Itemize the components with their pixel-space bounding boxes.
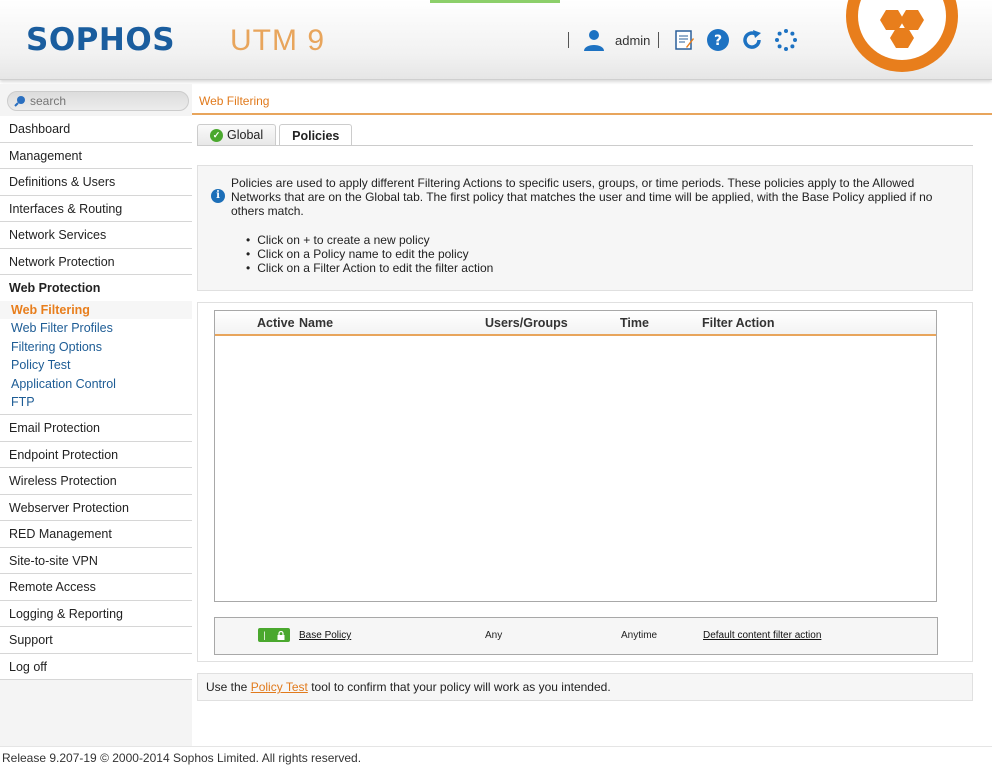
active-toggle[interactable]: | — [258, 628, 290, 642]
app-header: SOPHOS UTM 9 admin ? — [0, 0, 992, 80]
tab-divider — [197, 145, 973, 146]
sidebar-subitem-ftp[interactable]: FTP — [0, 393, 192, 411]
column-header-active[interactable]: Active — [257, 316, 295, 330]
check-icon: ✓ — [210, 128, 223, 142]
sidebar-subitem-application-control[interactable]: Application Control — [0, 375, 192, 393]
base-policy-filter-action-link[interactable]: Default content filter action — [703, 630, 821, 641]
sidebar-item-webserver-protection[interactable]: Webserver Protection — [0, 494, 192, 522]
username-label[interactable]: admin — [615, 33, 650, 48]
tab-policies[interactable]: Policies — [279, 124, 353, 146]
sidebar-item-management[interactable]: Management — [0, 142, 192, 169]
sidebar-subitem-policy-test[interactable]: Policy Test — [0, 356, 192, 374]
search-input[interactable] — [30, 94, 180, 108]
info-text: Policies are used to apply different Fil… — [231, 176, 933, 218]
lock-icon — [277, 630, 285, 640]
sidebar-item-network-protection[interactable]: Network Protection — [0, 248, 192, 275]
policy-test-link[interactable]: Policy Test — [251, 680, 308, 694]
sidebar: Dashboard Management Definitions & Users… — [0, 84, 192, 746]
sidebar-item-support[interactable]: Support — [0, 627, 192, 654]
info-bullet: Click on a Filter Action to edit the fil… — [246, 261, 493, 275]
sidebar-item-logging-reporting[interactable]: Logging & Reporting — [0, 600, 192, 628]
search-box[interactable] — [7, 91, 189, 111]
reload-icon[interactable] — [739, 27, 765, 53]
sidebar-item-definitions-users[interactable]: Definitions & Users — [0, 169, 192, 196]
info-bullet: Click on a Policy name to edit the polic… — [246, 247, 493, 261]
sidebar-item-interfaces-routing[interactable]: Interfaces & Routing — [0, 195, 192, 222]
sidebar-item-site-to-site-vpn[interactable]: Site-to-site VPN — [0, 547, 192, 575]
help-icon[interactable]: ? — [705, 27, 731, 53]
sidebar-subitem-web-filter-profiles[interactable]: Web Filter Profiles — [0, 319, 192, 337]
column-header-name[interactable]: Name — [299, 316, 333, 330]
svg-text:?: ? — [714, 33, 722, 49]
tab-global-label: Global — [227, 128, 264, 142]
base-policy-name-link[interactable]: Base Policy — [299, 630, 351, 641]
info-bullet: Click on + to create a new policy — [246, 233, 493, 247]
product-name: UTM 9 — [230, 24, 325, 57]
column-header-filter-action[interactable]: Filter Action — [702, 316, 774, 330]
sidebar-submenu-web-protection: Web Filtering Web Filter Profiles Filter… — [0, 301, 192, 416]
search-icon — [14, 96, 25, 107]
header-toolbar: admin ? — [560, 26, 803, 54]
sidebar-subitem-filtering-options[interactable]: Filtering Options — [0, 338, 192, 356]
info-icon: i — [211, 189, 225, 203]
tab-bar: ✓ Global Policies — [197, 124, 355, 146]
table-header: Active Name Users/Groups Time Filter Act… — [215, 311, 936, 336]
toolbar-separator — [568, 32, 569, 48]
user-icon[interactable] — [581, 27, 607, 53]
base-policy-users: Any — [485, 630, 503, 641]
notepad-icon[interactable] — [671, 27, 697, 53]
toggle-on-icon: | — [263, 630, 266, 640]
sidebar-subitem-web-filtering[interactable]: Web Filtering — [0, 301, 192, 320]
base-policy-time: Anytime — [621, 630, 658, 641]
sidebar-item-web-protection[interactable]: Web Protection — [0, 275, 192, 301]
info-box: i Policies are used to apply different F… — [197, 165, 973, 291]
sidebar-item-remote-access[interactable]: Remote Access — [0, 574, 192, 601]
toolbar-separator — [658, 32, 660, 48]
sidebar-item-red-management[interactable]: RED Management — [0, 521, 192, 548]
column-header-time[interactable]: Time — [620, 316, 649, 330]
info-bullets: Click on + to create a new policy Click … — [246, 233, 493, 275]
sidebar-item-wireless-protection[interactable]: Wireless Protection — [0, 468, 192, 495]
loading-spinner-icon — [773, 27, 799, 53]
hint-text-after: tool to confirm that your policy will wo… — [311, 680, 611, 694]
sophos-logo[interactable]: SOPHOS — [26, 22, 175, 58]
sidebar-item-dashboard[interactable]: Dashboard — [0, 116, 192, 143]
sidebar-item-network-services[interactable]: Network Services — [0, 222, 192, 249]
tab-policies-label: Policies — [292, 128, 340, 143]
column-header-users-groups[interactable]: Users/Groups — [485, 316, 568, 330]
sophos-badge — [846, 0, 958, 72]
breadcrumb: Web Filtering — [192, 86, 992, 115]
tab-global[interactable]: ✓ Global — [197, 124, 277, 145]
badge-hexagon-icon — [858, 0, 946, 60]
sidebar-item-endpoint-protection[interactable]: Endpoint Protection — [0, 441, 192, 469]
hint-text-before: Use the — [206, 680, 248, 694]
footer: Release 9.207-19 © 2000-2014 Sophos Limi… — [0, 746, 992, 768]
sidebar-item-email-protection[interactable]: Email Protection — [0, 415, 192, 442]
top-accent-bar — [430, 0, 560, 3]
sidebar-nav: Dashboard Management Definitions & Users… — [0, 116, 192, 681]
policies-table: Active Name Users/Groups Time Filter Act… — [214, 310, 937, 602]
base-policy-row: | Base Policy Any Anytime Default conten… — [214, 617, 938, 655]
sidebar-item-log-off[interactable]: Log off — [0, 653, 192, 681]
hint-box: Use the Policy Test tool to confirm that… — [197, 673, 973, 701]
